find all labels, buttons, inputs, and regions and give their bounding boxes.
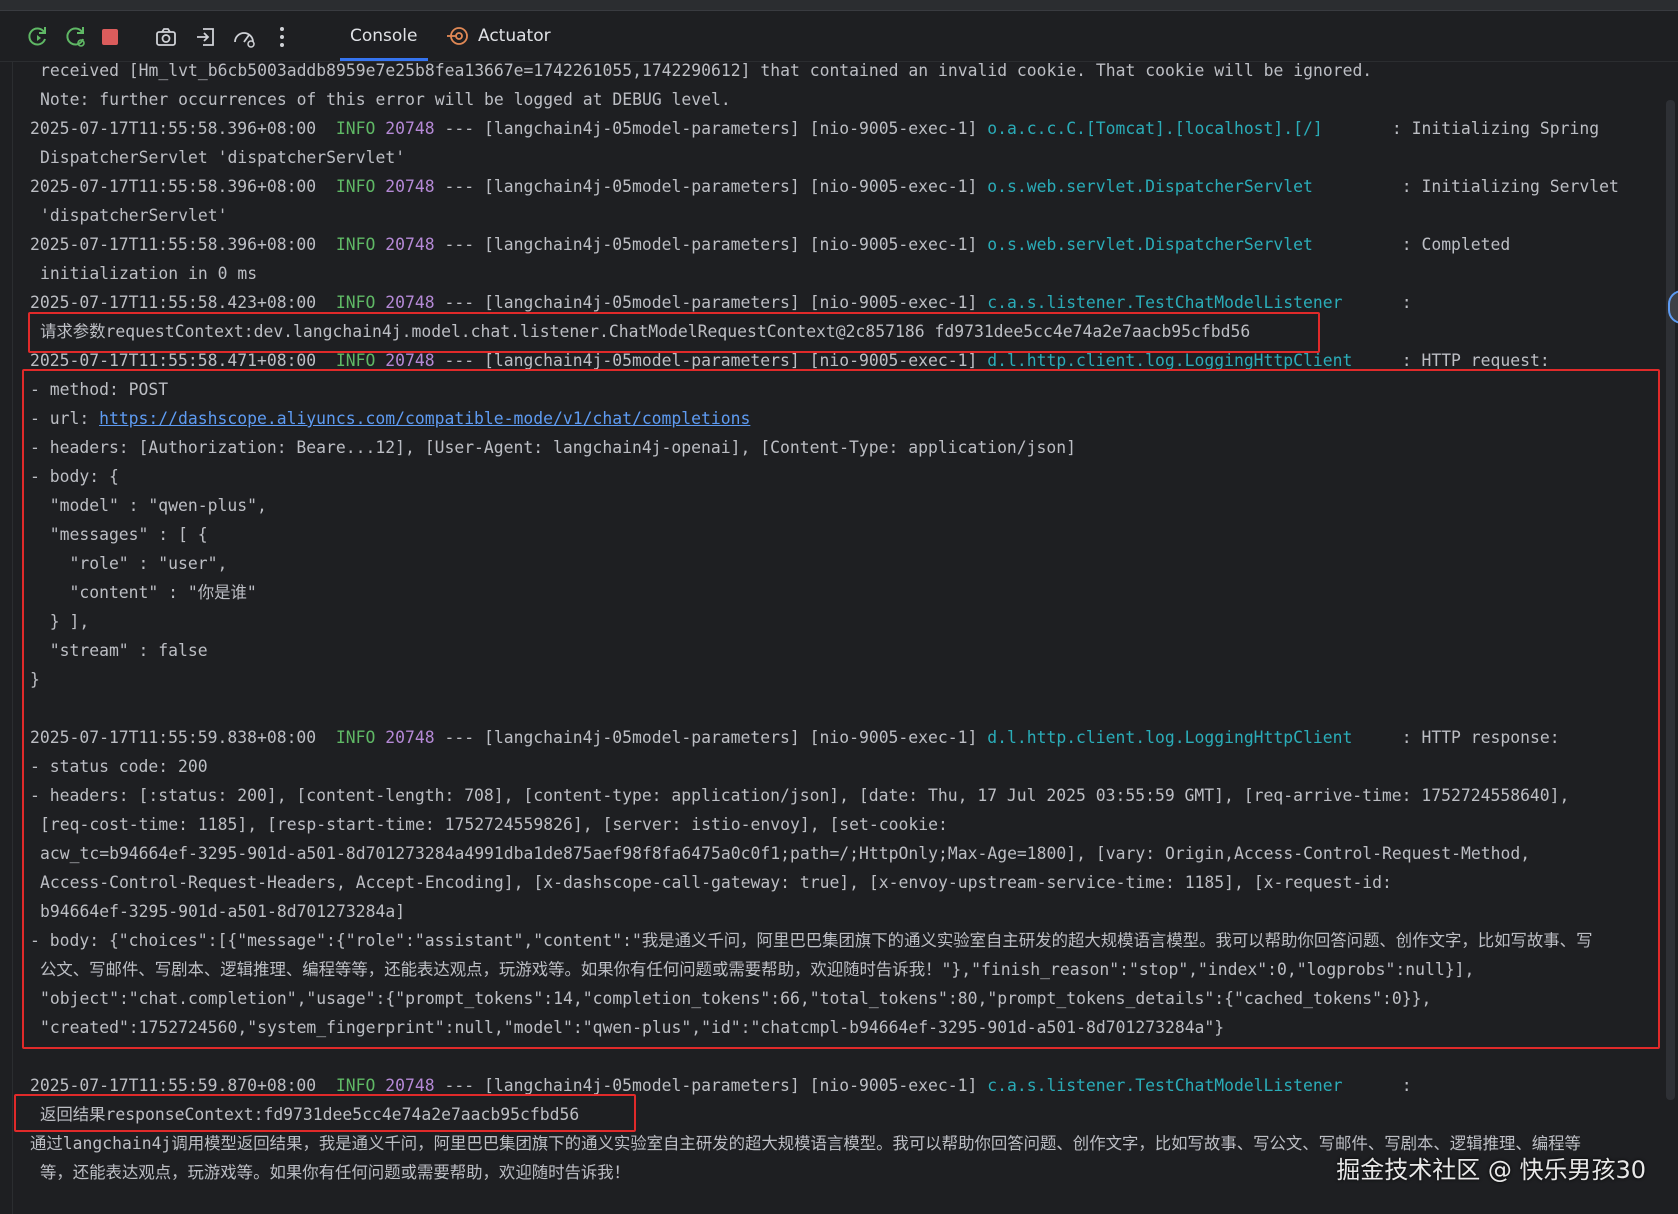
log-logger[interactable]: o.s.web.servlet.DispatcherServlet [987,235,1313,254]
log-pid: 20748 [385,293,435,312]
log-line: b94664ef-3295-901d-a501-8d701273284a] [40,902,406,921]
log-line: - method: POST [30,380,169,399]
watermark: 掘金技术社区 @ 快乐男孩30 [1336,1156,1646,1184]
log-line: "role" : "user", [30,554,228,573]
restart-icon[interactable] [62,23,90,51]
more-icon[interactable] [268,23,296,51]
log-line: acw_tc=b94664ef-3295-901d-a501-8d7012732… [40,844,1531,863]
stop-icon[interactable] [96,23,124,51]
log-line: - body: {"choices":[{"message":{"role":"… [30,931,1593,950]
log-logger[interactable]: o.a.c.c.C.[Tomcat].[localhost].[/] [987,119,1323,138]
log-thread: --- [langchain4j-05model-parameters] [ni… [444,351,978,370]
log-level: INFO [335,1076,376,1095]
log-message: : [1401,1076,1412,1095]
log-level: INFO [335,728,376,747]
log-message: : HTTP request: [1401,351,1550,370]
log-pid: 20748 [385,119,435,138]
log-line: - url: https://dashscope.aliyuncs.com/co… [30,404,750,433]
gutter [0,62,13,1214]
log-thread: --- [langchain4j-05model-parameters] [ni… [444,235,978,254]
log-entry: 2025-07-17T11:55:59.838+08:00 INFO 20748… [30,723,1560,752]
log-line: Note: further occurrences of this error … [40,90,731,109]
log-thread: --- [langchain4j-05model-parameters] [ni… [444,728,978,747]
log-level: INFO [335,177,376,196]
log-entry: 2025-07-17T11:55:58.396+08:00 INFO 20748… [30,230,1510,259]
log-pid: 20748 [385,728,435,747]
login-icon[interactable] [192,23,220,51]
tab-console-label: Console [350,26,418,46]
log-time: 2025-07-17T11:55:58.423+08:00 [30,293,317,312]
log-pid: 20748 [385,177,435,196]
log-line: Access-Control-Request-Headers, Accept-E… [40,873,1392,892]
log-message: : Initializing Servlet [1401,177,1619,196]
log-time: 2025-07-17T11:55:58.471+08:00 [30,351,317,370]
log-logger[interactable]: c.a.s.listener.TestChatModelListener [987,1076,1342,1095]
log-thread: --- [langchain4j-05model-parameters] [ni… [444,177,978,196]
log-thread: --- [langchain4j-05model-parameters] [ni… [444,119,978,138]
log-line: "stream" : false [30,641,208,660]
actuator-icon [446,24,470,48]
log-pid: 20748 [385,1076,435,1095]
log-time: 2025-07-17T11:55:58.396+08:00 [30,119,317,138]
log-line: 公文、写邮件、写剧本、逻辑推理、编程等等，还能表达观点，玩游戏等。如果你有任何问… [40,960,1475,979]
log-entry: 2025-07-17T11:55:59.870+08:00 INFO 20748… [30,1071,1412,1100]
log-level: INFO [335,351,376,370]
log-entry: 2025-07-17T11:55:58.423+08:00 INFO 20748… [30,288,1412,317]
log-line: - headers: [Authorization: Beare...12], … [30,438,1077,457]
log-line: "model" : "qwen-plus", [30,496,267,515]
log-line: "content" : "你是谁" [30,583,257,602]
log-level: INFO [335,119,376,138]
log-logger[interactable]: o.s.web.servlet.DispatcherServlet [987,177,1313,196]
log-time: 2025-07-17T11:55:58.396+08:00 [30,177,317,196]
log-level: INFO [335,293,376,312]
camera-icon[interactable] [152,23,180,51]
tab-actuator[interactable]: Actuator [446,11,551,61]
log-time: 2025-07-17T11:55:58.396+08:00 [30,235,317,254]
request-context-line: 请求参数requestContext:dev.langchain4j.model… [40,322,1251,341]
window-top-border [0,0,1678,11]
log-line: - headers: [:status: 200], [content-leng… [30,786,1570,805]
log-thread: --- [langchain4j-05model-parameters] [ni… [444,293,978,312]
log-pid: 20748 [385,351,435,370]
log-line: 等，还能表达观点，玩游戏等。如果你有任何问题或需要帮助，欢迎随时告诉我！ [40,1163,631,1182]
log-level: INFO [335,235,376,254]
log-line: - body: { [30,467,119,486]
log-line: "object":"chat.completion","usage":{"pro… [40,989,1432,1008]
log-line: - status code: 200 [30,757,208,776]
log-line: "messages" : [ { [30,525,208,544]
log-entry: 2025-07-17T11:55:58.396+08:00 INFO 20748… [30,114,1599,143]
log-line: "created":1752724560,"system_fingerprint… [40,1018,1225,1037]
log-entry: 2025-07-17T11:55:58.471+08:00 INFO 20748… [30,346,1550,375]
log-message: : [1401,293,1412,312]
tab-console[interactable]: Console [340,11,427,61]
log-message: : Completed [1401,235,1511,254]
tab-actuator-label: Actuator [478,26,551,46]
log-logger[interactable]: c.a.s.listener.TestChatModelListener [987,293,1342,312]
log-logger[interactable]: d.l.http.client.log.LoggingHttpClient [987,351,1352,370]
log-line: } [30,670,40,689]
log-message: : HTTP response: [1401,728,1560,747]
request-url-link[interactable]: https://dashscope.aliyuncs.com/compatibl… [99,409,750,428]
log-line: DispatcherServlet 'dispatcherServlet' [40,148,406,167]
response-context-line: 返回结果responseContext:fd9731dee5cc4e74a2e7… [40,1105,580,1124]
log-pid: 20748 [385,235,435,254]
run-toolbar: Console Actuator [0,11,1678,62]
gauge-icon[interactable] [230,23,258,51]
rerun-icon[interactable] [24,23,52,51]
url-prefix: - url: [30,409,100,428]
log-line: } ], [30,612,90,631]
log-line: [req-cost-time: 1185], [resp-start-time:… [40,815,948,834]
console-output[interactable]: received [Hm_lvt_b6cb5003addb8959e7e25b8… [30,56,1670,1214]
log-entry: 2025-07-17T11:55:58.396+08:00 INFO 20748… [30,172,1619,201]
log-time: 2025-07-17T11:55:59.870+08:00 [30,1076,317,1095]
log-line: received [Hm_lvt_b6cb5003addb8959e7e25b8… [40,61,1373,80]
log-thread: --- [langchain4j-05model-parameters] [ni… [444,1076,978,1095]
log-time: 2025-07-17T11:55:59.838+08:00 [30,728,317,747]
log-line: 'dispatcherServlet' [40,206,228,225]
scrollbar[interactable] [1666,100,1675,1100]
log-line: initialization in 0 ms [40,264,258,283]
log-logger[interactable]: d.l.http.client.log.LoggingHttpClient [987,728,1352,747]
log-message: : Initializing Spring [1391,119,1600,138]
